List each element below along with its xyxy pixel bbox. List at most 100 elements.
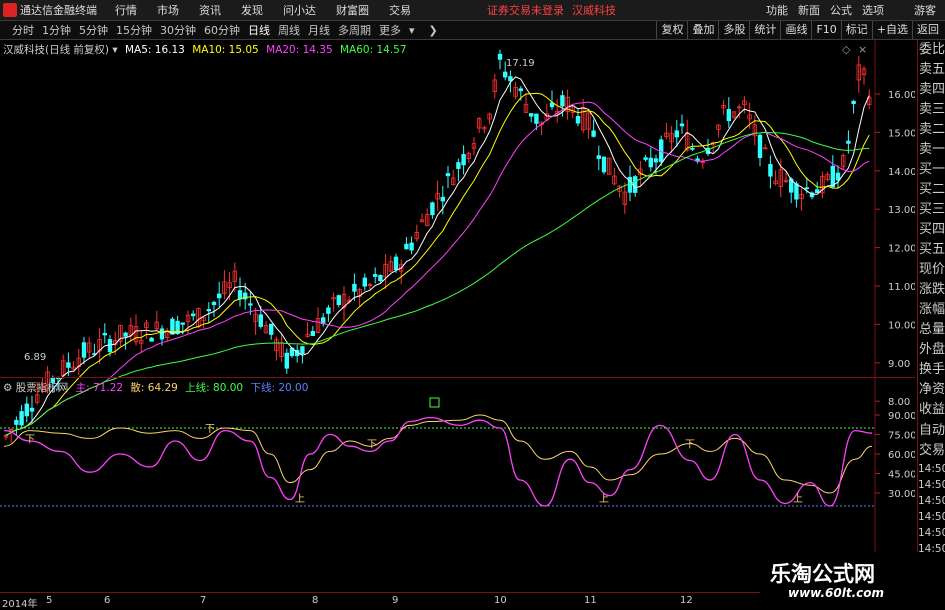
buy-signal-mark: 上	[793, 493, 803, 505]
quote-field-10: 买五	[918, 242, 945, 257]
candle-body	[497, 53, 503, 60]
candle-body	[674, 130, 679, 138]
candle-body	[123, 332, 128, 337]
settings-icon[interactable]: ⚙	[3, 382, 12, 394]
candle-body	[310, 331, 315, 336]
retail-line	[3, 414, 873, 494]
price-tick-label: 16.00	[888, 90, 915, 101]
candle-body	[815, 189, 820, 194]
candle-body	[66, 362, 71, 368]
axis-label-6: 6	[104, 595, 111, 606]
low-price-label: 6.89	[24, 352, 47, 363]
candle-body	[596, 155, 601, 159]
candle-body	[102, 332, 107, 336]
osc-tick-label: 75.00	[888, 431, 915, 442]
candle-body	[393, 256, 399, 271]
quote-field-7: 买二	[918, 182, 945, 197]
candle-body	[851, 100, 856, 105]
upper-line-label: 上线: 80.00	[185, 382, 244, 394]
candle-body	[352, 283, 357, 292]
osc-tick-label: 30.00	[888, 489, 915, 500]
sell-signal-mark: 下	[367, 440, 377, 451]
price-tick-label: 15.00	[888, 128, 915, 139]
auto-trade-0[interactable]: 自动	[918, 421, 945, 441]
candle-body	[430, 202, 435, 216]
quote-panel: 委比 卖五 卖四 卖三 卖二 卖一 买一 买二 买三 买四 买五 现价 涨跌 涨幅 总量 外盘 换手 净资 收益 自动…	[917, 40, 945, 609]
candle-body	[19, 411, 24, 426]
candle-body	[726, 109, 731, 122]
candle-body	[508, 76, 513, 82]
quote-field-2: 卖四	[918, 82, 945, 97]
axis-label-7: 7	[200, 595, 207, 606]
close-icon[interactable]: ×	[858, 43, 867, 56]
quote-field-16: 换手	[918, 362, 945, 377]
ma20-label: MA20: 14.35	[266, 44, 333, 56]
candle-body	[190, 313, 196, 317]
quote-field-13: 涨幅	[918, 302, 945, 317]
axis-label-10: 10	[494, 595, 507, 606]
candle-body	[690, 147, 695, 150]
candle-body	[560, 95, 565, 107]
candle-body	[440, 196, 445, 202]
quote-field-4: 卖二	[918, 122, 945, 137]
candle-body	[529, 113, 534, 117]
candle-body	[336, 295, 341, 306]
retail-line-label: 散: 64.29	[130, 382, 178, 394]
diamond-icon[interactable]: ◇	[842, 43, 850, 56]
candle-body	[362, 277, 367, 287]
sell-signal-mark: 下	[205, 424, 215, 435]
candle-body	[284, 352, 289, 369]
kline-chart[interactable]: 上上上下下下下 16.0015.0014.0013.0012.0011.0010…	[0, 0, 915, 592]
candle-body	[835, 172, 841, 181]
candle-body	[107, 339, 113, 353]
watermark-title: 乐淘公式网	[770, 562, 875, 586]
osc-tick-label: 60.00	[888, 450, 915, 461]
quote-field-1: 卖五	[918, 62, 945, 77]
osc-title: 股票指标网	[15, 382, 69, 394]
trade-time-4: 14:50	[918, 527, 945, 539]
quote-field-11: 现价	[918, 262, 945, 277]
main-line-label: 主: 71.22	[75, 382, 124, 394]
quote-field-15: 外盘	[918, 342, 945, 357]
main-force-line	[3, 416, 873, 507]
quote-field-8: 买三	[918, 202, 945, 217]
high-price-label: 17.19	[506, 58, 535, 69]
auto-trade-1[interactable]: 交易	[918, 441, 945, 461]
candle-body	[300, 346, 305, 354]
axis-label-12: 12	[680, 595, 693, 606]
quote-field-5: 卖一	[918, 142, 945, 157]
ma10-label: MA10: 15.05	[192, 44, 259, 56]
candle-body	[461, 154, 466, 166]
sell-signal-mark: 下	[685, 440, 695, 451]
candle-body	[14, 419, 19, 425]
candle-body	[29, 407, 35, 412]
candle-body	[643, 157, 648, 160]
candle-body	[237, 290, 243, 300]
quote-field-0: 委比	[918, 42, 945, 57]
stock-title: 汉威科技(日线 前复权)	[3, 44, 110, 56]
trade-time-3: 14:50	[918, 511, 945, 523]
candle-body	[456, 162, 461, 169]
lower-line-label: 下线: 20.00	[250, 382, 309, 394]
candle-body	[846, 140, 851, 144]
candle-body	[601, 156, 607, 173]
candle-body	[159, 328, 165, 340]
candle-body	[445, 173, 451, 177]
quote-field-9: 买四	[918, 222, 945, 237]
candle-body	[378, 275, 383, 282]
axis-label-5: 5	[46, 595, 53, 606]
trade-time-2: 14:50	[918, 495, 945, 507]
candle-body	[248, 303, 253, 306]
trade-time-1: 14:50	[918, 479, 945, 491]
candle-body	[216, 293, 222, 299]
candle-body	[409, 242, 414, 251]
osc-tick-label: 45.00	[888, 470, 915, 481]
signal-square-icon	[429, 397, 440, 408]
osc-legend: ⚙ 股票指标网 主: 71.22 散: 64.29 上线: 80.00 下线: …	[3, 380, 308, 395]
buy-signal-mark: 上	[599, 493, 609, 505]
ma60-label: MA60: 14.57	[339, 44, 407, 56]
indicator-dropdown-icon[interactable]: ▾	[112, 44, 117, 56]
quote-field-18: 收益	[918, 402, 945, 417]
back-button[interactable]: 返回	[912, 21, 943, 39]
candle-body	[648, 157, 653, 168]
